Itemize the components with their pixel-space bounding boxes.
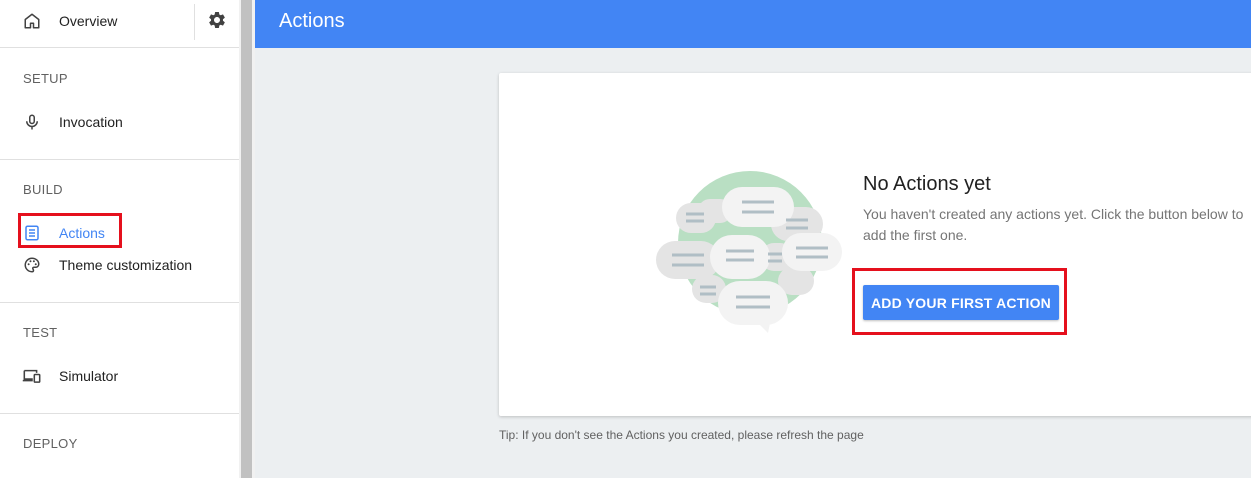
sidebar-item-label: Simulator — [59, 368, 119, 384]
section-title-test: TEST — [23, 325, 58, 340]
sidebar-item-theme-customization[interactable]: Theme customization — [0, 252, 239, 278]
section-title-deploy: DEPLOY — [23, 436, 78, 451]
sidebar: Overview SETUP Invocation BUILD Actions … — [0, 0, 239, 478]
palette-icon — [22, 255, 42, 275]
section-title-build: BUILD — [23, 182, 63, 197]
overview-row: Overview — [0, 0, 239, 48]
highlight-box-actions — [18, 213, 122, 248]
divider — [0, 159, 239, 160]
gear-icon — [207, 10, 227, 35]
home-icon — [22, 11, 42, 31]
section-title-setup: SETUP — [23, 71, 68, 86]
page-title: Actions — [279, 10, 345, 32]
devices-icon — [22, 366, 42, 386]
empty-state-description: You haven't created any actions yet. Cli… — [863, 206, 1244, 243]
empty-state-title: No Actions yet — [863, 173, 991, 195]
microphone-icon — [22, 112, 42, 132]
empty-state-card: No Actions yet You haven't created any a… — [499, 73, 1251, 416]
page-header: Actions — [255, 0, 1251, 48]
sidebar-item-simulator[interactable]: Simulator — [0, 363, 239, 389]
scrollbar-thumb[interactable] — [241, 0, 252, 478]
sidebar-item-label: Theme customization — [59, 257, 193, 273]
tip-text: Tip: If you don't see the Actions you cr… — [499, 428, 864, 442]
divider — [0, 302, 239, 303]
sidebar-item-label: Overview — [59, 13, 118, 29]
divider — [0, 413, 239, 414]
sidebar-scrollbar[interactable] — [239, 0, 255, 478]
highlight-box-add-button — [852, 268, 1067, 335]
sidebar-item-label: Invocation — [59, 114, 123, 130]
settings-button[interactable] — [194, 4, 238, 40]
sidebar-item-invocation[interactable]: Invocation — [0, 109, 239, 135]
chat-bubbles-illustration — [656, 169, 846, 341]
